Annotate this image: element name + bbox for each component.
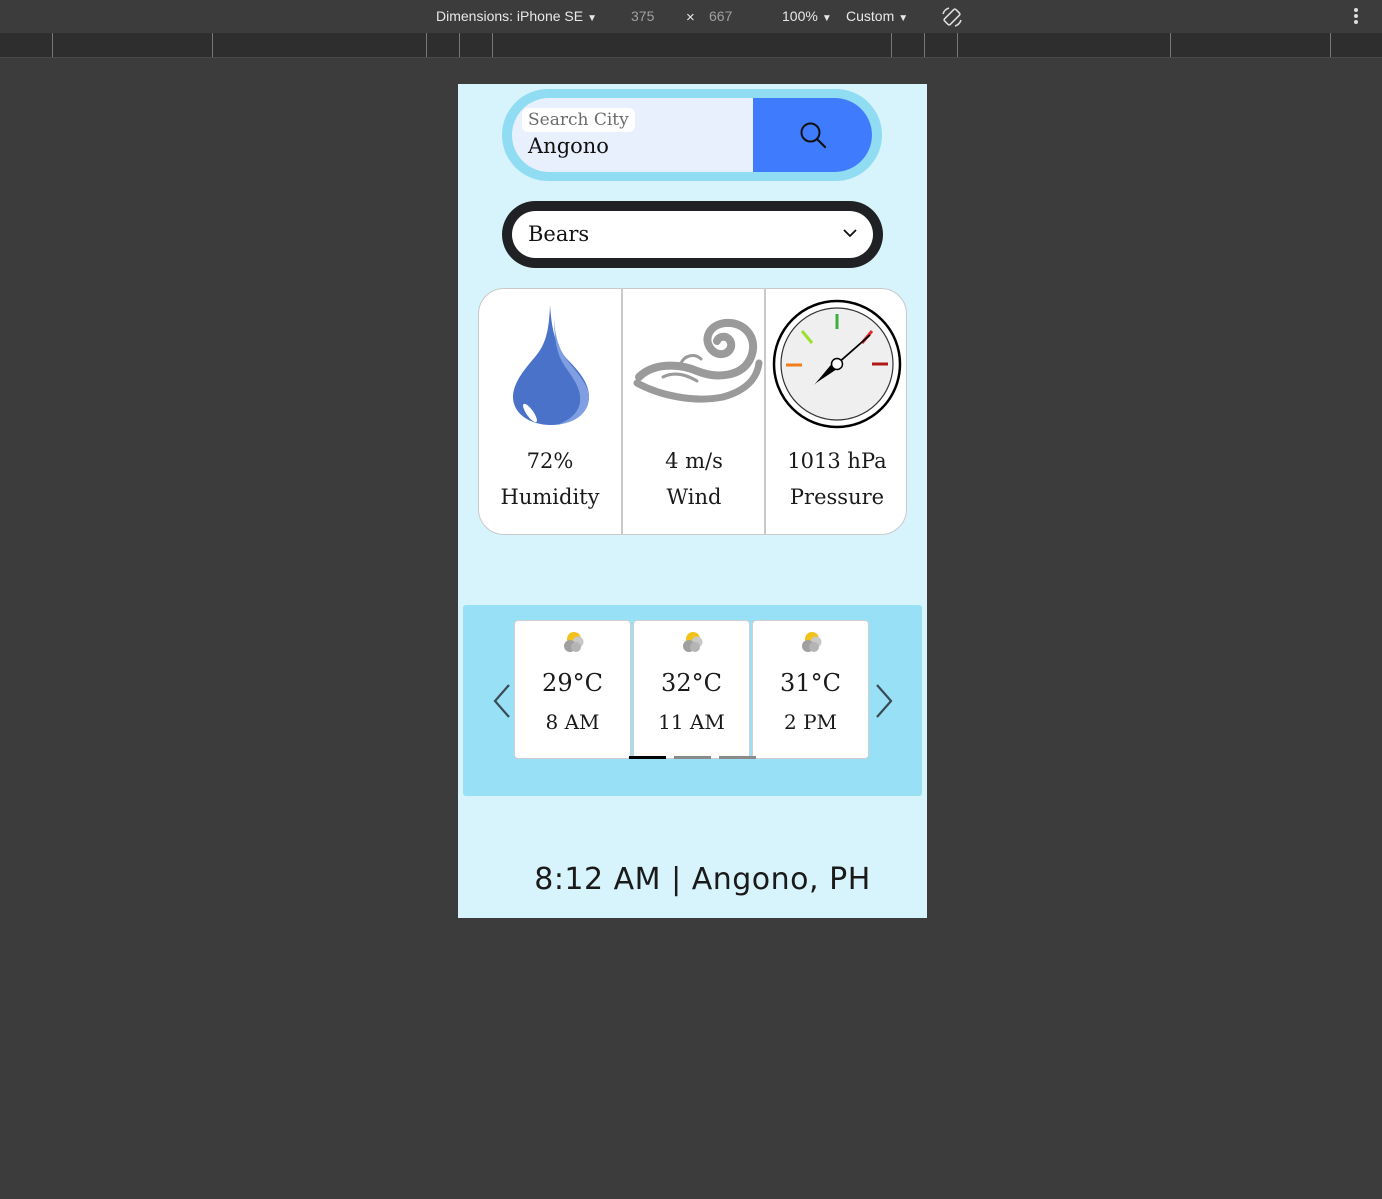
category-select-inner[interactable]: Bears (512, 211, 873, 258)
humidity-label: Humidity (500, 485, 600, 509)
ruler-tick (891, 33, 892, 57)
ruler-tick (212, 33, 213, 57)
weather-stats-card: 72% Humidity 4 m/s Wind 1013 hPa Pressur… (478, 288, 907, 535)
ruler-tick (492, 33, 493, 57)
carousel-indicator[interactable] (674, 756, 711, 759)
category-select-value: Bears (528, 222, 590, 246)
chevron-left-icon[interactable] (491, 683, 513, 719)
water-drop-icon (513, 305, 589, 425)
caret-down-icon: ▼ (821, 13, 832, 24)
throttle-label: Custom (846, 8, 895, 24)
wind-stat: 4 m/s Wind (621, 289, 765, 534)
carousel-indicator[interactable] (629, 756, 666, 759)
barometer-gauge-icon (772, 299, 902, 429)
forecast-time: 11 AM (658, 710, 725, 734)
humidity-value: 72% (526, 449, 574, 473)
partly-cloudy-icon (802, 632, 822, 652)
media-query-ruler (0, 33, 1382, 58)
humidity-stat: 72% Humidity (479, 289, 621, 534)
dimensions-dropdown[interactable]: Dimensions: iPhone SE ▼ (436, 8, 597, 24)
search-icon (800, 122, 826, 149)
ruler-tick (459, 33, 460, 57)
wind-value: 4 m/s (665, 449, 723, 473)
caret-down-icon: ▼ (898, 13, 909, 24)
forecast-temp: 29°C (542, 669, 603, 697)
partly-cloudy-icon (564, 632, 584, 652)
height-input[interactable]: 667 (709, 8, 732, 24)
forecast-carousel: 29°C 8 AM 32°C 11 AM 31°C 2 PM (463, 605, 922, 796)
forecast-temp: 32°C (661, 669, 722, 697)
forecast-time: 8 AM (545, 710, 600, 734)
category-select[interactable]: Bears (502, 201, 883, 268)
forecast-time: 2 PM (783, 710, 838, 734)
ruler-tick (924, 33, 925, 57)
devtools-toolbar: Dimensions: iPhone SE ▼ 375 × 667 100% ▼ C… (0, 0, 1382, 33)
search-bar: Search City Angono (502, 89, 882, 181)
rotate-icon[interactable] (940, 5, 964, 32)
search-input-value[interactable]: Angono (528, 133, 609, 159)
ruler-tick (426, 33, 427, 57)
partly-cloudy-icon (683, 632, 703, 652)
times-icon: × (686, 9, 695, 26)
forecast-temp: 31°C (780, 669, 841, 697)
throttle-dropdown[interactable]: Custom ▼ (846, 8, 908, 24)
zoom-label: 100% (782, 8, 818, 24)
search-button[interactable] (753, 98, 872, 172)
carousel-indicator[interactable] (719, 756, 756, 759)
search-input-label: Search City (522, 108, 635, 132)
caret-down-icon: ▼ (587, 13, 597, 24)
ruler-tick (52, 33, 53, 57)
pressure-label: Pressure (789, 485, 885, 509)
device-viewport: Search City Angono Bears 72% Humidity 4 … (458, 84, 927, 918)
chevron-down-icon (843, 229, 857, 238)
search-bar-inner: Search City Angono (512, 98, 872, 172)
forecast-card: 32°C 11 AM (633, 620, 750, 759)
pressure-stat: 1013 hPa Pressure (764, 289, 906, 534)
forecast-card: 29°C 8 AM (514, 620, 631, 759)
chevron-right-icon[interactable] (873, 683, 895, 719)
pressure-value: 1013 hPa (787, 449, 887, 473)
zoom-dropdown[interactable]: 100% ▼ (782, 8, 832, 24)
width-input[interactable]: 375 (631, 8, 654, 24)
wind-label: Wind (666, 485, 722, 509)
more-options-icon[interactable] (1352, 6, 1360, 29)
wind-swirl-icon (633, 318, 763, 403)
ruler-tick (1330, 33, 1331, 57)
forecast-card: 31°C 2 PM (752, 620, 869, 759)
dimensions-label: Dimensions: iPhone SE (436, 8, 584, 24)
time-location-text: 8:12 AM | Angono, PH (534, 862, 871, 897)
ruler-tick (957, 33, 958, 57)
search-input[interactable]: Search City Angono (512, 98, 753, 172)
ruler-tick (1170, 33, 1171, 57)
